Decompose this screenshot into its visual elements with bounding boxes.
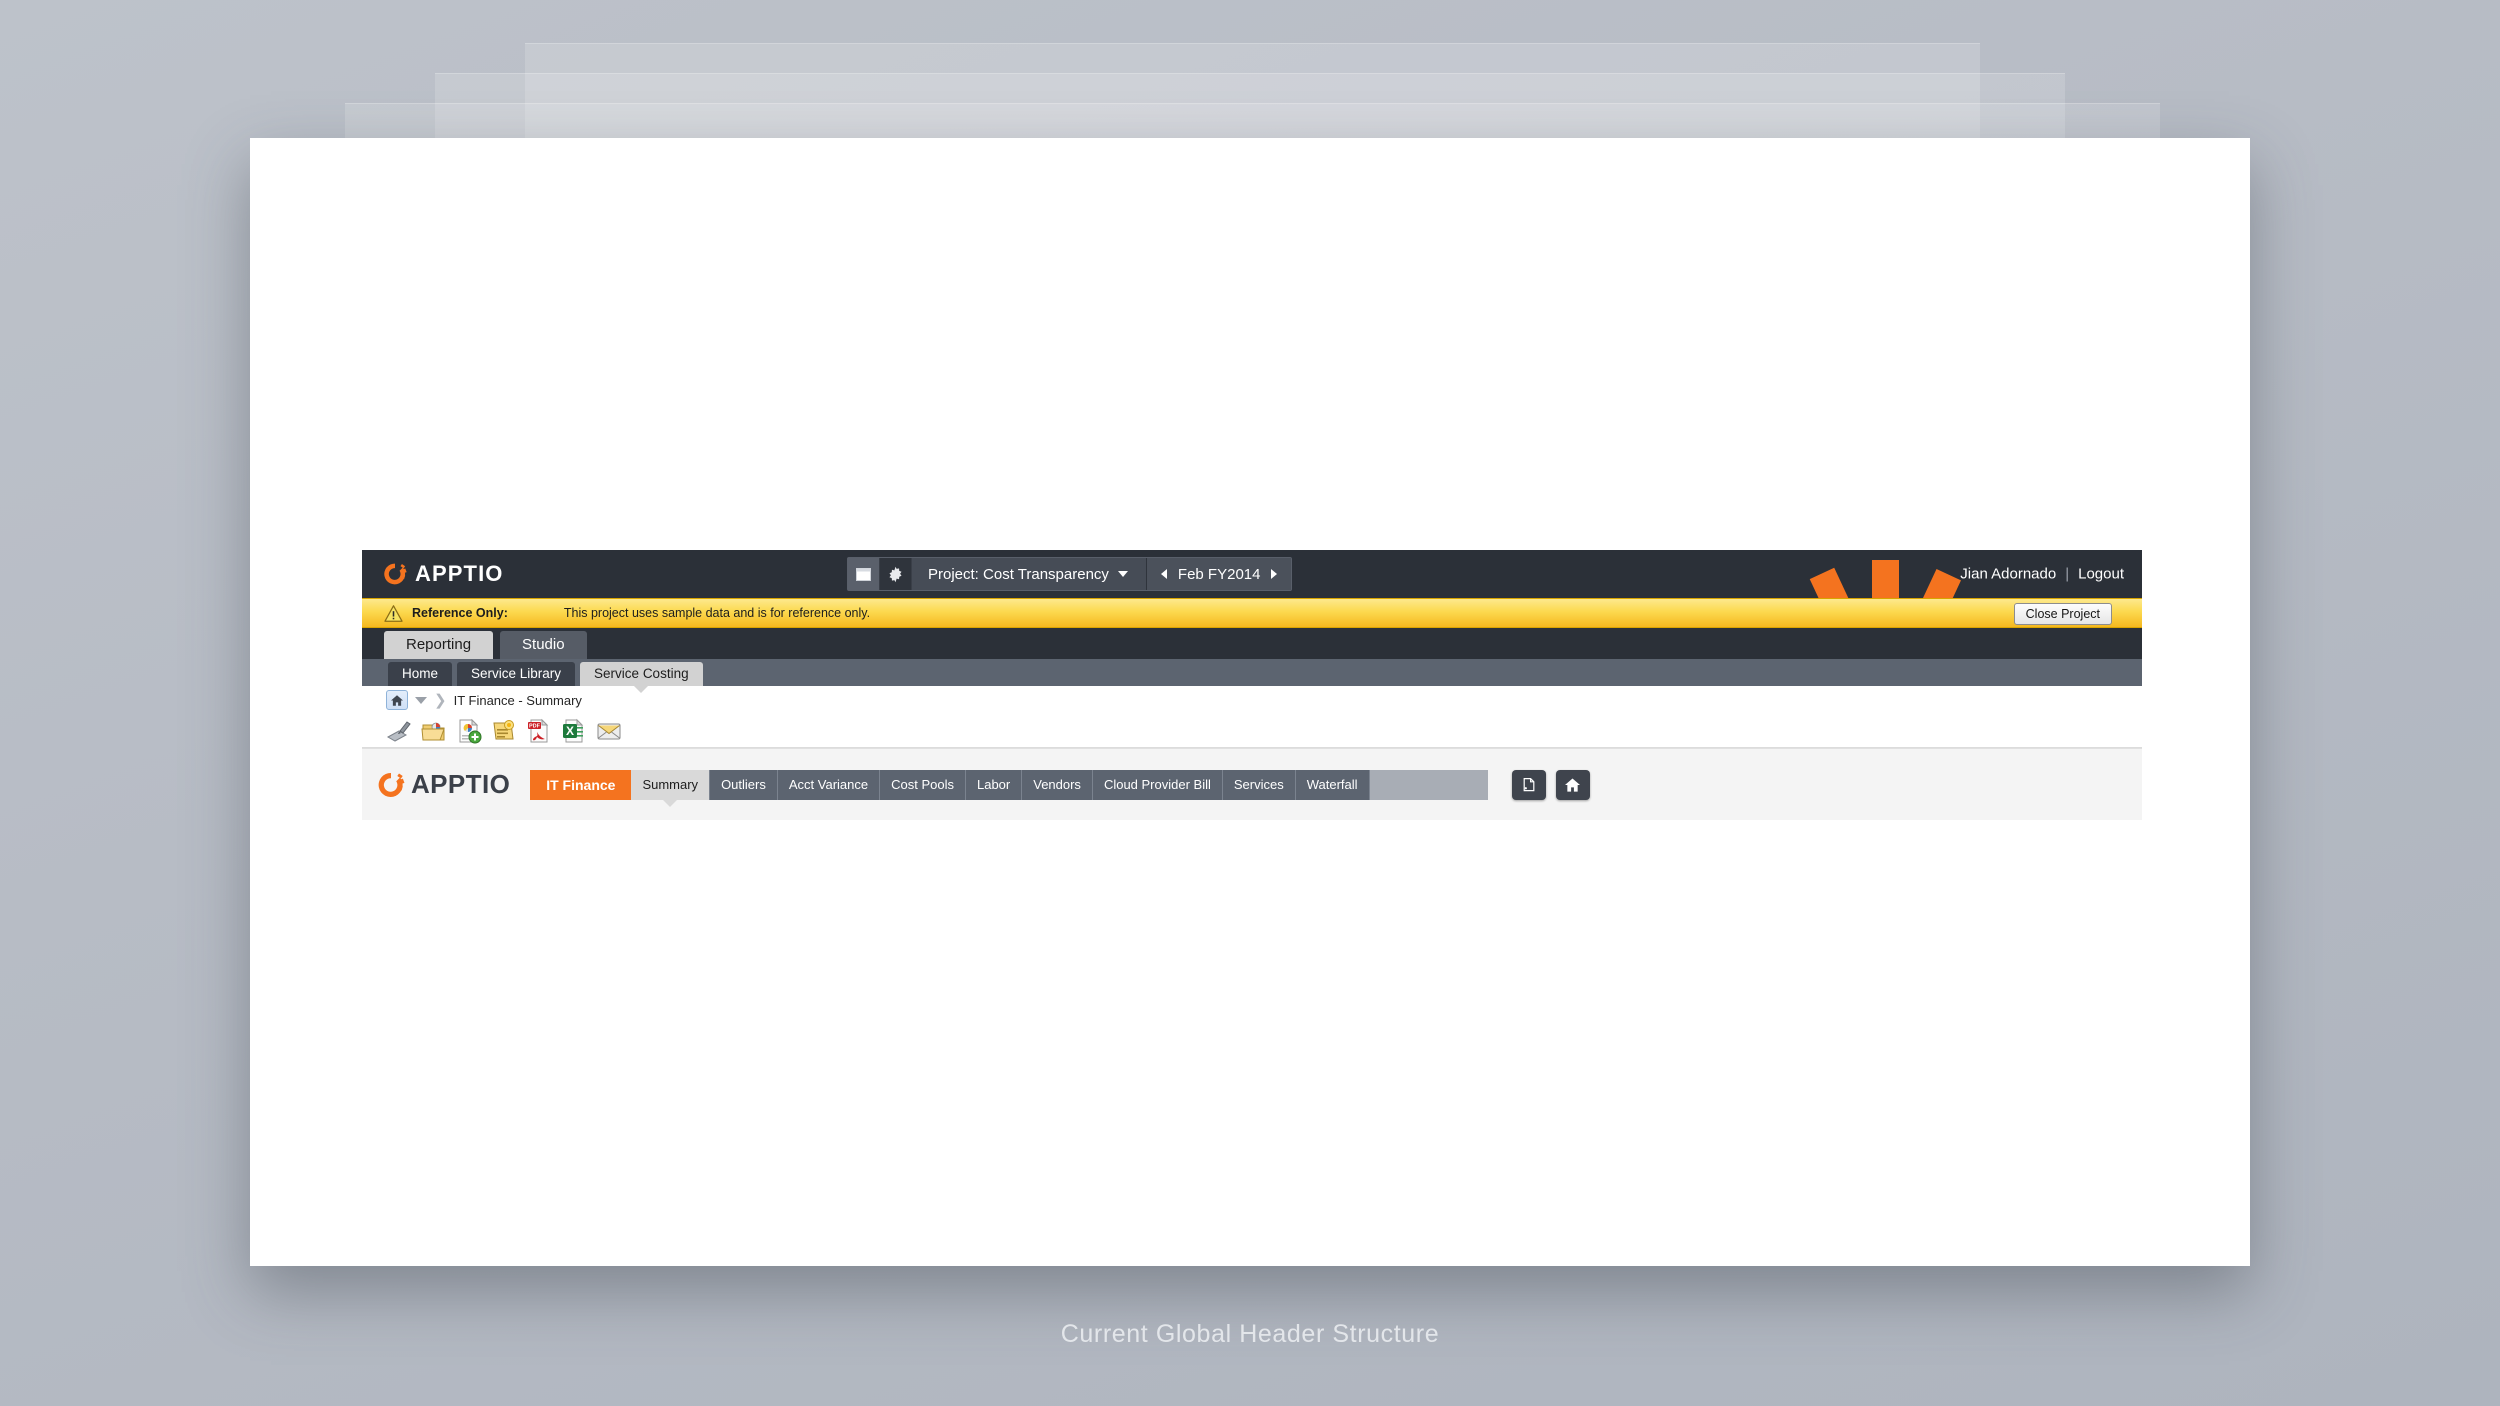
annotate-stylus-icon[interactable]: [386, 718, 412, 744]
tab-service-library[interactable]: Service Library: [457, 662, 576, 686]
open-folder-report-icon[interactable]: [421, 718, 447, 744]
report-tab-acct-variance-label: Acct Variance: [788, 777, 869, 792]
report-panel: APPTIO IT Finance Summary Outliers Acct …: [362, 748, 2142, 820]
reference-banner-message: This project uses sample data and is for…: [563, 606, 871, 620]
slide-caption: Current Global Header Structure: [1060, 1320, 1440, 1348]
gear-icon: [889, 566, 902, 582]
tab-service-costing-label: Service Costing: [594, 666, 689, 681]
apptio-gear-logo-dark-icon: [378, 772, 405, 797]
tab-reporting-label: Reporting: [406, 636, 472, 653]
report-tab-vendors-label: Vendors: [1033, 777, 1081, 792]
report-panel-logo-text: APPTIO: [411, 769, 511, 799]
breadcrumb: ❯ IT Finance - Summary: [362, 686, 2142, 714]
user-separator: |: [2065, 565, 2070, 583]
report-tab-waterfall-label: Waterfall: [1306, 777, 1358, 792]
report-tab-filler: [1369, 769, 1488, 800]
edit-report-icon[interactable]: [491, 718, 517, 744]
secondary-tab-bar: Home Service Library Service Costing: [362, 659, 2142, 686]
report-brand-tab-label: IT Finance: [546, 776, 616, 793]
svg-text:PDF: PDF: [529, 723, 541, 729]
arrow-left-icon[interactable]: [1160, 569, 1167, 579]
project-selector[interactable]: Project: Cost Transparency: [912, 558, 1146, 590]
report-tab-labor-label: Labor: [976, 777, 1011, 792]
close-project-button[interactable]: Close Project: [2013, 603, 2112, 625]
report-tab-labor[interactable]: Labor: [965, 769, 1023, 800]
reference-only-banner: Reference Only: This project uses sample…: [362, 598, 2142, 628]
new-report-icon[interactable]: [456, 718, 482, 744]
report-panel-buttons: [1511, 769, 1590, 800]
breadcrumb-chevron-right-icon: ❯: [434, 692, 447, 709]
period-navigator: Feb FY2014: [1145, 558, 1292, 590]
report-tab-services[interactable]: Services: [1222, 769, 1296, 800]
window-panel-icon[interactable]: [848, 558, 880, 590]
tab-studio[interactable]: Studio: [500, 631, 587, 659]
application-screenshot: APPTIO Project: Cost Transparency Feb FY…: [362, 550, 2142, 820]
report-panel-logo: APPTIO: [376, 769, 510, 800]
presentation-slide: APPTIO Project: Cost Transparency Feb FY…: [250, 138, 2250, 1266]
report-icon-toolbar: PDF X: [362, 714, 2142, 748]
header-logo-text: APPTIO: [415, 561, 504, 586]
home-icon: [391, 694, 403, 706]
tab-service-library-label: Service Library: [471, 666, 562, 681]
user-area: Jian Adornado | Logout: [1960, 566, 2124, 583]
report-tab-cloud-provider-bill-label: Cloud Provider Bill: [1103, 777, 1211, 792]
report-brand-tab: IT Finance: [530, 769, 632, 800]
report-tab-waterfall[interactable]: Waterfall: [1295, 769, 1370, 800]
primary-tab-bar: Reporting Studio: [362, 628, 2142, 659]
report-tab-acct-variance[interactable]: Acct Variance: [777, 769, 881, 800]
settings-gear-button[interactable]: [880, 558, 912, 590]
report-tab-services-label: Services: [1233, 777, 1284, 792]
export-pdf-icon[interactable]: PDF: [526, 718, 552, 744]
copy-page-button[interactable]: [1511, 769, 1546, 800]
breadcrumb-caret-down-icon[interactable]: [415, 696, 427, 704]
user-name: Jian Adornado: [1960, 565, 2057, 583]
breadcrumb-path: IT Finance - Summary: [453, 692, 582, 708]
warning-triangle-icon: [384, 604, 403, 622]
report-tab-strip: IT Finance Summary Outliers Acct Varianc…: [530, 769, 1488, 800]
report-tab-summary[interactable]: Summary: [631, 769, 711, 800]
project-selector-label: Project: Cost Transparency: [928, 565, 1109, 583]
export-excel-icon[interactable]: X: [561, 718, 587, 744]
apptio-gear-logo-icon: [384, 563, 407, 585]
report-tab-cost-pools[interactable]: Cost Pools: [880, 769, 966, 800]
report-tab-outliers[interactable]: Outliers: [710, 769, 778, 800]
report-tab-outliers-label: Outliers: [721, 777, 766, 792]
tab-studio-label: Studio: [522, 636, 565, 653]
report-tab-summary-label: Summary: [642, 777, 699, 792]
report-home-button[interactable]: [1555, 769, 1590, 800]
report-tab-cost-pools-label: Cost Pools: [891, 777, 954, 792]
period-label: Feb FY2014: [1177, 565, 1261, 583]
logout-link[interactable]: Logout: [2078, 566, 2124, 583]
tab-home[interactable]: Home: [388, 662, 453, 686]
copy-page-icon: [1523, 777, 1534, 791]
window-panel-glyph: [856, 567, 871, 581]
header-project-control: Project: Cost Transparency Feb FY2014: [847, 557, 1293, 591]
report-tab-vendors[interactable]: Vendors: [1022, 769, 1093, 800]
breadcrumb-home-button[interactable]: [386, 690, 408, 710]
chevron-down-icon: [1117, 571, 1128, 577]
tab-service-costing[interactable]: Service Costing: [580, 662, 703, 686]
svg-text:X: X: [566, 724, 574, 738]
tab-reporting[interactable]: Reporting: [384, 631, 494, 659]
arrow-right-icon[interactable]: [1271, 569, 1278, 579]
email-report-icon[interactable]: [596, 718, 622, 744]
home-icon: [1565, 777, 1581, 792]
reference-banner-label: Reference Only:: [412, 606, 508, 620]
header-logo[interactable]: APPTIO: [382, 561, 504, 587]
tab-home-label: Home: [402, 666, 439, 681]
global-header: APPTIO Project: Cost Transparency Feb FY…: [362, 550, 2142, 598]
report-tab-cloud-provider-bill[interactable]: Cloud Provider Bill: [1092, 769, 1223, 800]
